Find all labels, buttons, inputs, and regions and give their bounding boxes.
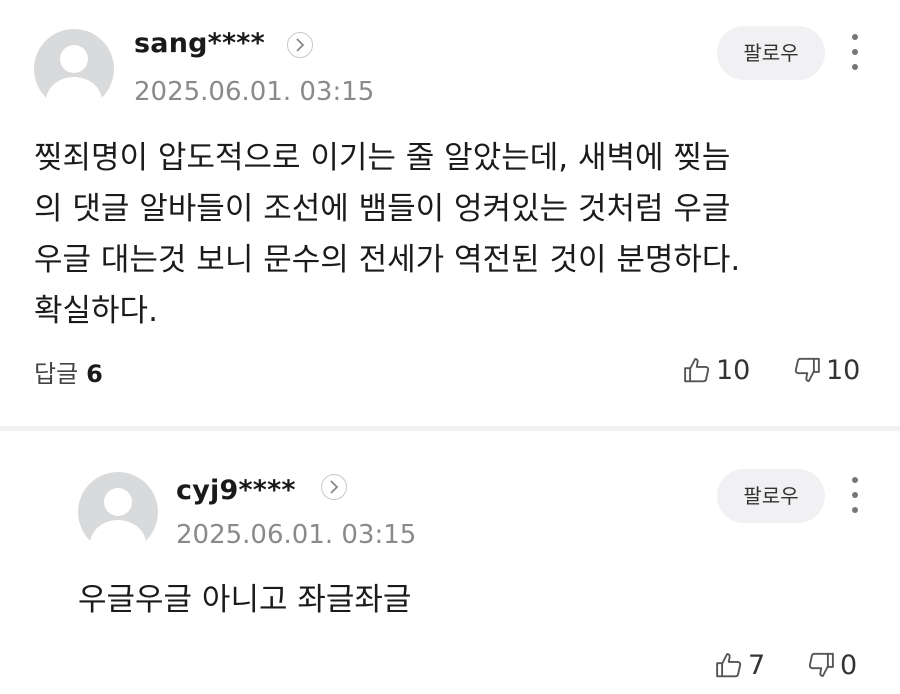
comment-date: 2025.06.01. 03:15	[176, 520, 417, 550]
like-count: 10	[716, 354, 751, 386]
reply-comment: cyj9**** 2025.06.01. 03:15 팔로우 우글우글 아니고 …	[0, 431, 900, 694]
comment-text-line: 우글 대는것 보니 문수의 전세가 역전된 것이 분명하다.	[34, 242, 741, 278]
dislike-button[interactable]: 10	[792, 352, 860, 388]
more-options-icon[interactable]	[848, 32, 862, 72]
like-button[interactable]: 7	[714, 647, 765, 683]
comment: sang**** 2025.06.01. 03:15 팔로우 찢죄명이 압도적으…	[0, 0, 900, 426]
thumbs-up-icon	[684, 358, 710, 383]
dislike-button[interactable]: 0	[806, 647, 857, 683]
reply-count: 6	[86, 360, 103, 388]
reply-label: 답글	[34, 360, 79, 388]
more-options-icon[interactable]	[848, 475, 862, 515]
comment-text-line: 확실하다.	[34, 293, 158, 329]
follow-button[interactable]: 팔로우	[717, 26, 825, 80]
avatar[interactable]	[78, 472, 158, 552]
follow-button[interactable]: 팔로우	[717, 469, 825, 523]
comment-text-line: 의 댓글 알바들이 조선에 뱀들이 엉켜있는 것처럼 우글	[34, 191, 731, 227]
dislike-count: 10	[826, 354, 861, 386]
comment-text-line: 우글우글 아니고 좌글좌글	[78, 582, 412, 618]
dislike-count: 0	[840, 649, 858, 681]
thumbs-up-icon	[716, 653, 742, 678]
chevron-right-icon[interactable]	[287, 32, 313, 58]
comment-text-line: 찢죄명이 압도적으로 이기는 줄 알았는데, 새벽에 찢늠	[34, 140, 731, 176]
avatar[interactable]	[34, 29, 114, 109]
username[interactable]: cyj9****	[176, 475, 296, 506]
chevron-right-icon[interactable]	[321, 474, 347, 500]
reply-button[interactable]: 답글 6	[34, 354, 103, 389]
thumbs-down-icon	[808, 652, 834, 677]
thumbs-down-icon	[794, 357, 820, 382]
username[interactable]: sang****	[134, 28, 265, 59]
comment-date: 2025.06.01. 03:15	[134, 77, 375, 107]
like-button[interactable]: 10	[682, 352, 750, 388]
like-count: 7	[748, 649, 766, 681]
